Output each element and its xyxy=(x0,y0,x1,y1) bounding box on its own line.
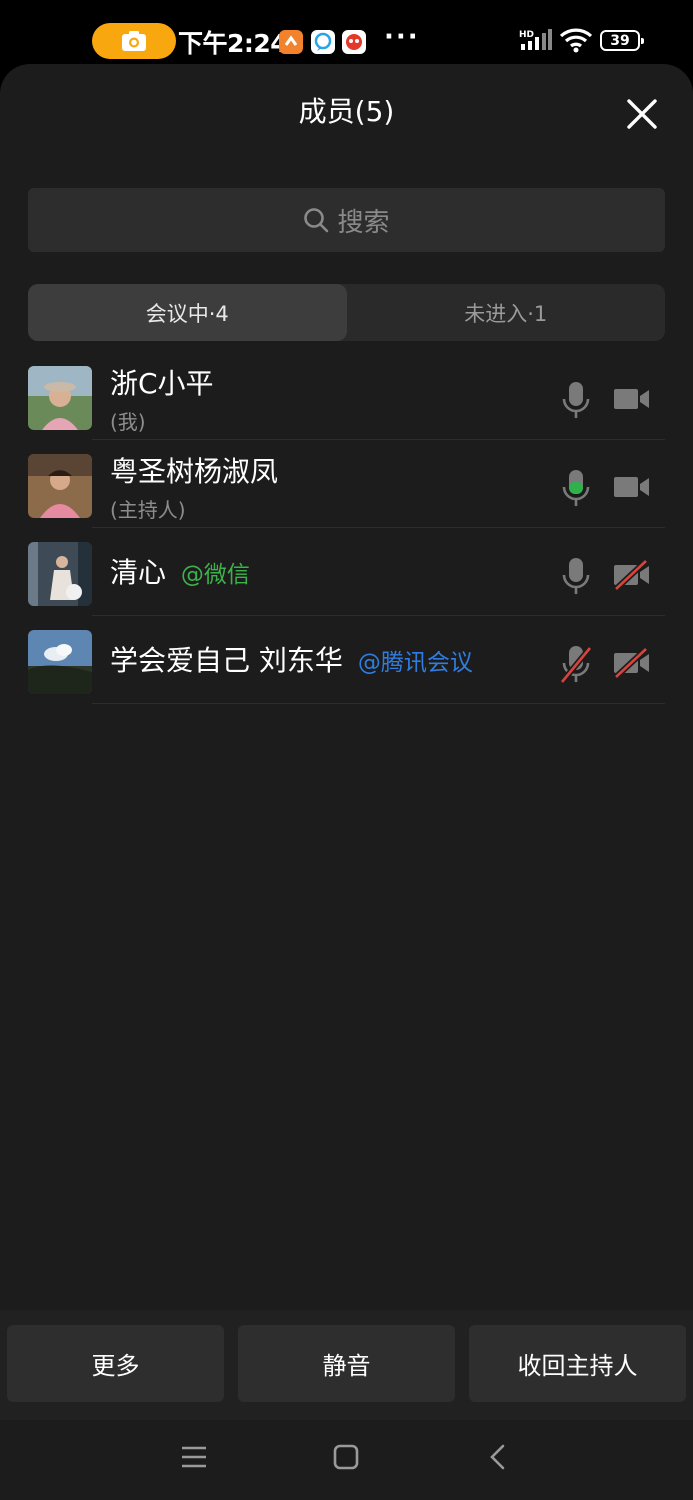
mute-all-button[interactable]: 静音 xyxy=(238,1325,455,1402)
battery-level: 39 xyxy=(610,32,630,49)
battery-indicator: 39 xyxy=(600,30,644,51)
video-camera-icon xyxy=(614,389,649,409)
more-button[interactable]: 更多 xyxy=(7,1325,224,1402)
back-button[interactable] xyxy=(488,1444,508,1474)
search-placeholder: 搜索 xyxy=(337,207,390,238)
menu-icon xyxy=(182,1446,206,1468)
member-role: (主持人) xyxy=(110,498,186,522)
avatar xyxy=(28,454,92,518)
video-app-icon xyxy=(342,30,366,54)
wifi-icon xyxy=(559,27,593,57)
member-name-text: 粤圣树杨淑凤 xyxy=(110,455,279,488)
member-name: 粤圣树杨淑凤 xyxy=(110,450,278,490)
app-notification-icon xyxy=(279,30,303,54)
member-name: 学会爱自己 刘东华 @腾讯会议 xyxy=(110,639,473,679)
member-name: 清心 @微信 xyxy=(110,551,250,591)
member-mic-status[interactable] xyxy=(561,556,591,596)
member-name-text: 学会爱自己 刘东华 xyxy=(110,644,343,677)
member-name: 浙C小平 xyxy=(110,362,214,402)
member-row[interactable]: 浙C小平 (我) xyxy=(0,352,693,440)
member-mic-status[interactable] xyxy=(561,468,591,508)
tab-not-joined[interactable]: 未进入·1 xyxy=(347,284,666,341)
action-bar: 更多 静音 收回主持人 xyxy=(0,1310,693,1420)
member-name-text: 清心 xyxy=(110,556,167,589)
member-camera-status[interactable] xyxy=(612,646,652,680)
microphone-muted-icon xyxy=(559,646,593,684)
chat-app-icon xyxy=(311,30,335,54)
home-button[interactable] xyxy=(333,1444,359,1474)
signal-icon: HD xyxy=(519,28,553,56)
member-row[interactable]: 粤圣树杨淑凤 (主持人) xyxy=(0,440,693,528)
member-source-tag: @腾讯会议 xyxy=(357,650,473,676)
search-icon xyxy=(304,208,329,233)
avatar xyxy=(28,366,92,430)
reclaim-host-button[interactable]: 收回主持人 xyxy=(469,1325,686,1402)
network-label: HD xyxy=(519,30,534,40)
screen-recording-pill[interactable] xyxy=(92,23,176,59)
system-nav-bar xyxy=(0,1420,693,1500)
member-mic-status[interactable] xyxy=(559,644,593,684)
member-name-text: 浙C小平 xyxy=(110,367,214,400)
sheet-title: 成员(5) xyxy=(298,95,395,128)
avatar xyxy=(28,630,92,694)
member-source-tag: @微信 xyxy=(180,562,250,588)
close-button[interactable] xyxy=(620,92,664,136)
tab-in-meeting[interactable]: 会议中·4 xyxy=(28,284,347,341)
member-row[interactable]: 学会爱自己 刘东华 @腾讯会议 xyxy=(0,616,693,704)
member-camera-status[interactable] xyxy=(612,558,652,592)
status-time: 下午2:24 xyxy=(178,29,288,58)
avatar xyxy=(28,542,92,606)
video-camera-off-icon xyxy=(613,646,649,680)
member-list: 浙C小平 (我) 粤圣树杨淑凤 (主持人) 清心 @微信 学会爱自己 刘东华 @… xyxy=(0,352,693,704)
close-icon xyxy=(627,99,657,129)
member-mic-status[interactable] xyxy=(561,380,591,420)
video-camera-off-icon xyxy=(613,558,649,592)
home-icon xyxy=(333,1444,359,1470)
member-row[interactable]: 清心 @微信 xyxy=(0,528,693,616)
recent-apps-button[interactable] xyxy=(181,1444,207,1474)
member-tabs: 会议中·4 未进入·1 xyxy=(28,284,665,341)
video-camera-icon xyxy=(614,477,649,497)
search-input[interactable]: 搜索 xyxy=(28,188,665,252)
microphone-icon xyxy=(562,382,590,418)
microphone-icon xyxy=(562,558,590,594)
camera-icon xyxy=(122,31,146,51)
member-camera-status[interactable] xyxy=(612,384,652,414)
members-sheet: 成员(5) 搜索 会议中·4 未进入·1 浙C小平 (我) 粤圣树杨淑凤 (主持… xyxy=(0,64,693,1500)
back-icon xyxy=(490,1444,505,1470)
more-notifications-indicator: ··· xyxy=(384,22,420,52)
member-camera-status[interactable] xyxy=(612,472,652,502)
member-role: (我) xyxy=(110,410,146,434)
microphone-icon xyxy=(562,470,590,506)
divider xyxy=(92,703,665,704)
